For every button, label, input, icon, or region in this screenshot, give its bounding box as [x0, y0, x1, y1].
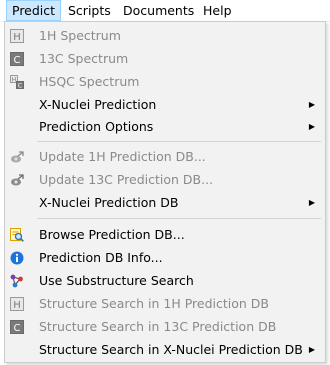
menu-item-structure-search-x-nuclei[interactable]: Structure Search in X-Nuclei Prediction … — [5, 339, 325, 361]
menu-item-label: Structure Search in X-Nuclei Prediction … — [39, 342, 303, 357]
c-nucleus-icon: C — [10, 52, 24, 66]
menu-item-label: HSQC Spectrum — [39, 74, 140, 89]
menu-item-structure-search-1h[interactable]: H Structure Search in 1H Prediction DB — [5, 293, 325, 315]
submenu-arrow-icon: ▶ — [308, 198, 315, 207]
menu-scripts[interactable]: Scripts — [63, 0, 116, 21]
menu-help[interactable]: Help — [198, 0, 237, 21]
svg-text:H: H — [12, 77, 17, 84]
svg-text:C: C — [14, 55, 21, 66]
h-nucleus-icon: H — [10, 29, 24, 43]
menu-item-use-substructure-search[interactable]: Use Substructure Search — [5, 270, 325, 292]
menu-item-hsqc-spectrum[interactable]: H C HSQC Spectrum — [5, 71, 325, 93]
browse-db-icon — [10, 228, 24, 242]
h-nucleus-icon: H — [10, 297, 24, 311]
submenu-arrow-icon: ▶ — [308, 122, 315, 131]
menu-item-prediction-options[interactable]: Prediction Options ▶ — [5, 116, 325, 138]
menu-separator — [37, 141, 321, 142]
menu-item-label: 13C Spectrum — [39, 51, 129, 66]
menu-item-label: Structure Search in 1H Prediction DB — [39, 296, 270, 311]
svg-text:H: H — [13, 32, 21, 43]
menu-item-update-13c-db[interactable]: Update 13C Prediction DB... — [5, 169, 325, 191]
substructure-icon — [10, 274, 23, 288]
menu-item-label: Structure Search in 13C Prediction DB — [39, 319, 277, 334]
menu-item-label: Update 1H Prediction DB... — [39, 149, 206, 164]
submenu-arrow-icon: ▶ — [308, 100, 315, 109]
menu-item-x-nuclei-prediction-db[interactable]: X-Nuclei Prediction DB ▶ — [5, 192, 325, 214]
menu-item-prediction-db-info[interactable]: Prediction DB Info... — [5, 247, 325, 269]
c-nucleus-icon: C — [10, 320, 24, 334]
menu-predict[interactable]: Predict — [6, 0, 62, 21]
menu-item-label: X-Nuclei Prediction — [39, 97, 157, 112]
menu-separator — [37, 218, 321, 219]
info-icon — [10, 251, 24, 265]
menu-item-label: X-Nuclei Prediction DB — [39, 195, 179, 210]
menu-item-label: Update 13C Prediction DB... — [39, 172, 214, 187]
menu-documents[interactable]: Documents — [118, 0, 199, 21]
menu-item-label: Prediction Options — [39, 119, 154, 134]
submenu-arrow-icon: ▶ — [308, 345, 315, 354]
menu-item-label: Browse Prediction DB... — [39, 227, 185, 242]
menu-item-label: Use Substructure Search — [39, 273, 194, 288]
hsqc-icon: H C — [10, 75, 24, 89]
menu-item-13c-spectrum[interactable]: C 13C Spectrum — [5, 48, 325, 70]
menu-item-structure-search-13c[interactable]: C Structure Search in 13C Prediction DB — [5, 316, 325, 338]
menu-item-x-nuclei-prediction[interactable]: X-Nuclei Prediction ▶ — [5, 94, 325, 116]
menu-item-update-1h-db[interactable]: Update 1H Prediction DB... — [5, 146, 325, 168]
update-db-icon — [11, 174, 24, 186]
menu-item-1h-spectrum[interactable]: H 1H Spectrum — [5, 25, 325, 47]
menu-item-label: Prediction DB Info... — [39, 250, 163, 265]
menu-bar: Predict Scripts Documents Help — [0, 0, 330, 22]
menu-item-label: 1H Spectrum — [39, 28, 121, 43]
menu-item-browse-prediction-db[interactable]: Browse Prediction DB... — [5, 224, 325, 246]
svg-text:C: C — [14, 323, 21, 334]
svg-text:H: H — [13, 300, 21, 311]
update-db-icon — [11, 151, 24, 163]
predict-dropdown-menu: H 1H Spectrum C 13C Spectrum H C HSQC Sp… — [4, 21, 326, 363]
svg-text:C: C — [18, 83, 22, 90]
